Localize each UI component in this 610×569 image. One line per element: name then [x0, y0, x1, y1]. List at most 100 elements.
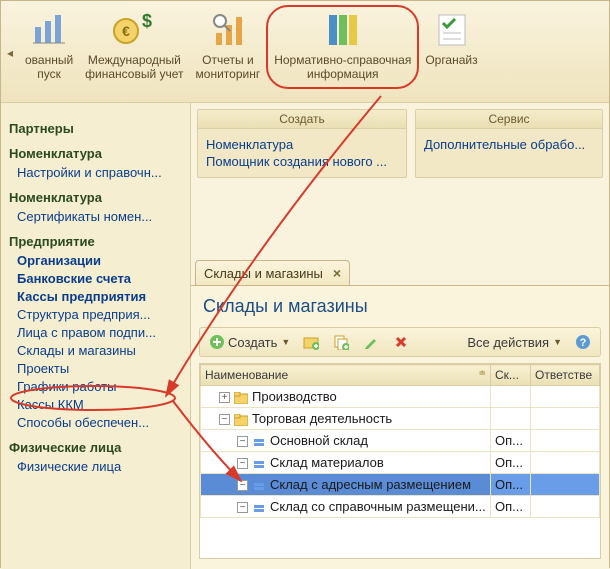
warehouse-icon [252, 436, 266, 448]
sidebar-link-schedules[interactable]: Графики работы [17, 379, 184, 394]
section-label: Отчеты и [202, 53, 254, 67]
sidebar-link-warehouses[interactable]: Склады и магазины [17, 343, 184, 358]
tab-close-icon[interactable]: × [333, 265, 341, 281]
service-panel: Сервис Дополнительные обрабо... [415, 109, 603, 178]
service-link-processing[interactable]: Дополнительные обрабо... [424, 137, 594, 152]
all-actions-label: Все действия [467, 335, 549, 350]
table-row[interactable]: − Склад со справочным размещени... Оп... [201, 496, 600, 518]
checklist-icon [429, 7, 473, 51]
delete-button[interactable] [388, 331, 414, 353]
expander-icon[interactable]: − [237, 436, 248, 447]
row-sk: Оп... [491, 430, 531, 452]
folder-plus-icon [302, 333, 320, 351]
section-button-2[interactable]: Отчеты и мониторинг [190, 5, 267, 83]
section-label: Международный [88, 53, 181, 67]
tab-label: Склады и магазины [204, 266, 323, 281]
table-row[interactable]: −Склад материаловОп... [201, 452, 600, 474]
sidebar-link-sign-persons[interactable]: Лица с правом подпи... [17, 325, 184, 340]
help-icon: ? [574, 333, 592, 351]
col-name[interactable]: Наименование≐ [201, 365, 491, 386]
table-row[interactable]: − Основной склад Оп... [201, 430, 600, 452]
row-resp [531, 474, 600, 496]
row-sk [491, 408, 531, 430]
sidebar-link-phys[interactable]: Физические лица [17, 459, 184, 474]
sidebar-link-kassy[interactable]: Кассы предприятия [17, 289, 184, 304]
expander-icon[interactable]: + [219, 392, 230, 403]
create-link-wizard[interactable]: Помощник создания нового ... [206, 154, 398, 169]
section-label: пуск [37, 67, 61, 81]
section-label: финансовый учет [85, 67, 183, 81]
sidebar-link-structure[interactable]: Структура предприя... [17, 307, 184, 322]
warehouse-icon [252, 458, 266, 470]
create-button[interactable]: Создать ▼ [204, 331, 294, 353]
copy-button[interactable] [328, 331, 354, 353]
expander-icon[interactable]: − [237, 480, 248, 491]
section-label: Органайз [425, 53, 477, 67]
section-button-1[interactable]: €$ Международный финансовый учет [79, 5, 189, 83]
folder-icon [234, 392, 248, 404]
section-button-0[interactable]: ованный пуск [19, 5, 79, 83]
copy-plus-icon [332, 333, 350, 351]
tab-warehouses[interactable]: Склады и магазины × [195, 260, 350, 285]
section-label: мониторинг [196, 67, 261, 81]
sidebar-link-projects[interactable]: Проекты [17, 361, 184, 376]
sidebar-link-kkm[interactable]: Кассы ККМ [17, 397, 184, 412]
folder-icon [234, 414, 248, 426]
svg-text:?: ? [580, 337, 587, 349]
row-name: Склад с адресным размещением [270, 477, 471, 492]
new-folder-button[interactable] [298, 331, 324, 353]
svg-text:$: $ [142, 11, 152, 31]
col-resp[interactable]: Ответстве [531, 365, 600, 386]
sidebar-link-cert[interactable]: Сертификаты номен... [17, 209, 184, 224]
row-sk: Оп... [491, 496, 531, 518]
sidebar: Партнеры Номенклатура Настройки и справо… [1, 103, 191, 569]
create-link-nomen[interactable]: Номенклатура [206, 137, 398, 152]
section-button-reference[interactable]: Нормативно-справочная информация [266, 5, 419, 89]
warehouse-table[interactable]: Наименование≐ Ск... Ответстве + Производс… [200, 364, 600, 518]
finance-chart-icon [27, 7, 71, 51]
expander-icon[interactable]: − [237, 458, 248, 469]
sort-asc-icon: ≐ [478, 368, 486, 379]
svg-text:€: € [122, 23, 130, 39]
sidebar-heading-nomen-top[interactable]: Номенклатура [9, 146, 184, 161]
sidebar-heading-nomen: Номенклатура [9, 190, 184, 205]
table-row[interactable]: + Производство [201, 386, 600, 408]
nav-prev-button[interactable]: ◂ [1, 5, 19, 101]
pencil-icon [362, 333, 380, 351]
table-row[interactable]: −Торговая деятельность [201, 408, 600, 430]
expander-icon[interactable]: − [219, 414, 230, 425]
chevron-down-icon: ▼ [281, 337, 290, 347]
create-button-label: Создать [228, 335, 277, 350]
table-row[interactable]: − Склад с адресным размещением Оп... [201, 474, 600, 496]
expander-icon[interactable]: − [237, 502, 248, 513]
create-panel-title: Создать [198, 110, 406, 129]
add-icon [208, 333, 226, 351]
row-resp [531, 386, 600, 408]
row-name: Основной склад [270, 433, 368, 448]
row-sk [491, 386, 531, 408]
row-name: Склад со справочным размещени... [270, 499, 486, 514]
grid-toolbar: Создать ▼ Все действия ▼ ? [199, 327, 601, 357]
row-sk: Оп... [491, 474, 531, 496]
help-button[interactable]: ? [570, 331, 596, 353]
sidebar-heading-partners[interactable]: Партнеры [9, 121, 184, 136]
sidebar-heading-enterprise: Предприятие [9, 234, 184, 249]
section-label: информация [307, 67, 379, 81]
all-actions-button[interactable]: Все действия ▼ [463, 333, 566, 352]
row-resp [531, 408, 600, 430]
sidebar-link-organizations[interactable]: Организации [17, 253, 184, 268]
page-title: Склады и магазины [203, 296, 601, 317]
sidebar-link-bank[interactable]: Банковские счета [17, 271, 184, 286]
warehouse-icon [252, 480, 266, 492]
row-sk: Оп... [491, 452, 531, 474]
currency-icon: €$ [112, 7, 156, 51]
row-name: Производство [252, 389, 337, 404]
sidebar-link-supply-methods[interactable]: Способы обеспечен... [17, 415, 184, 430]
chevron-down-icon: ▼ [553, 337, 562, 347]
section-button-4[interactable]: Органайз [419, 5, 483, 69]
col-sk[interactable]: Ск... [491, 365, 531, 386]
sidebar-link-settings[interactable]: Настройки и справочн... [17, 165, 184, 180]
sidebar-heading-phys: Физические лица [9, 440, 184, 455]
edit-button[interactable] [358, 331, 384, 353]
section-label: Нормативно-справочная [274, 53, 411, 67]
